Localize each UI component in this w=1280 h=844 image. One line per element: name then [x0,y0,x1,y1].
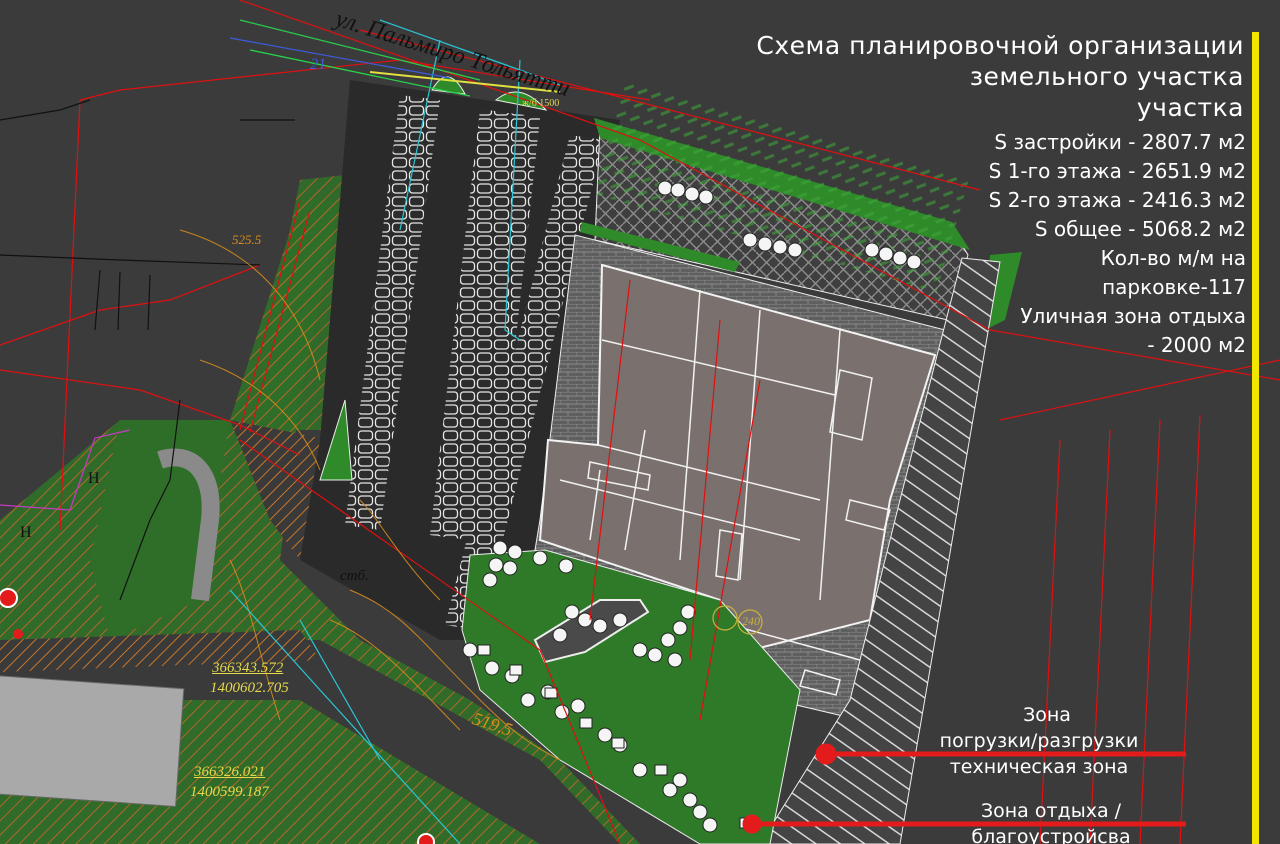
mark-label: 240 [742,614,760,628]
title-line: участка [1136,93,1244,122]
stat-second-floor: S 2-го этажа - 2416.3 м2 [988,188,1246,212]
mark-label: стб. [340,568,369,584]
stat-parking-line1: Кол-во м/м на [1100,246,1246,270]
zone-line: Зона отдыха / [980,800,1122,822]
coordinate-label: 366343.572 [212,660,284,676]
mark-label: Н [20,524,32,541]
stat-parking-line2: парковке-117 [1102,275,1246,299]
coordinate-label: 1400599.187 [190,784,269,800]
stat-first-floor: S 1-го этажа - 2651.9 м2 [988,159,1246,183]
mark-label: 21 [310,56,326,73]
stat-rest-zone-line2: - 2000 м2 [1147,333,1246,357]
zone-line: техническая зона [949,756,1129,778]
site-plan-sheet: ул. Пальмиро Тольятти 366343.572 1400602… [0,0,1280,844]
rest-zone-label: Зона отдыха / благоустройсва [948,798,1154,844]
stat-built-area: S застройки - 2807.7 м2 [994,130,1246,154]
coordinate-label: 1400602.705 [210,680,289,696]
mark-label: Н [88,470,100,487]
plan-title: Схема планировочной организации земельно… [756,30,1244,123]
stat-total-area: S общее - 5068.2 м2 [1034,217,1246,241]
zone-line: благоустройсва [971,826,1131,844]
zone-line: погрузки/разгрузки [939,730,1139,752]
title-line: Схема планировочной организации [756,31,1244,60]
area-stats: S застройки - 2807.7 м2 S 1-го этажа - 2… [989,128,1246,360]
accent-bar [1252,32,1259,844]
mark-label: ж/б 1500 [522,98,560,109]
elevation-label: 525.5 [232,232,262,247]
title-line: земельного участка [969,62,1244,91]
zone-line: Зона [1023,704,1071,726]
coordinate-label: 366326.021 [194,764,266,780]
stat-rest-zone-line1: Уличная зона отдыха [1020,304,1246,328]
loading-zone-label: Зона погрузки/разгрузки техническая зона [928,702,1150,780]
